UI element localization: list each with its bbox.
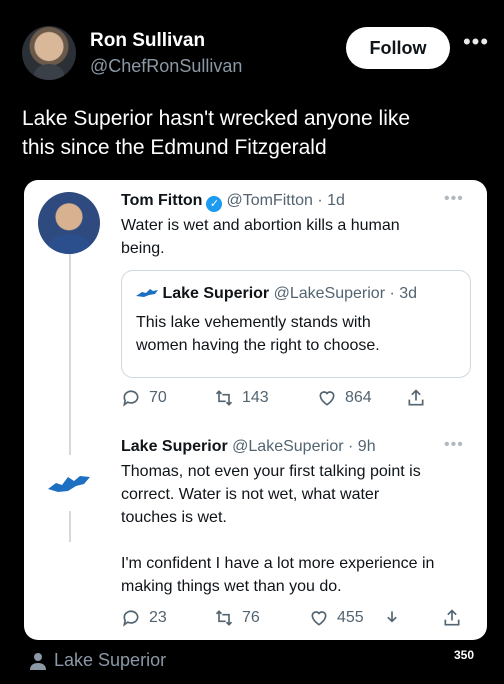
post-text-line: correct. Water is not wet, what water [121,486,380,503]
post-author-handle[interactable]: @LakeSuperior [232,438,343,455]
follow-button[interactable]: Follow [346,27,450,69]
post-meta: Tom Fitton ✓ @TomFitton · 1d [121,192,345,212]
post-author-name[interactable]: Lake Superior [121,438,228,455]
retweet-button[interactable]: 76 [214,608,260,628]
quote-author-handle[interactable]: @LakeSuperior [274,285,385,302]
share-icon [408,389,424,406]
reply-count: 70 [149,389,167,406]
retweet-icon [215,390,233,406]
post-text: Water is wet and abortion kills a human … [121,214,400,260]
reply-button[interactable]: 70 [121,388,167,408]
author-name[interactable]: Ron Sullivan [90,30,205,52]
more-options-icon[interactable]: ••• [458,31,494,62]
retweet-count: 143 [242,389,269,406]
quote-author-name[interactable]: Lake Superior [162,285,269,302]
tweet-text-line: this since the Edmund Fitzgerald [22,136,327,159]
post-text-line: touches is wet. [121,509,227,526]
more-options-icon[interactable]: ••• [444,436,464,454]
reply-button[interactable]: 23 [121,608,167,628]
like-count: 864 [345,389,372,406]
view-count: 350 [454,648,475,662]
avatar[interactable] [38,192,100,254]
quote-timestamp[interactable]: 3d [399,285,417,302]
share-icon [444,609,460,626]
person-icon [30,652,46,670]
download-arrow-icon [387,611,397,623]
tweet-text-line: Lake Superior hasn't wrecked anyone like [22,107,411,130]
like-button[interactable]: 864 [317,388,372,408]
post-text-line: making things wet than you do. [121,578,342,595]
post-text-line: I'm confident I have a lot more experien… [121,555,435,572]
share-button[interactable] [406,388,426,408]
quoted-post[interactable]: Lake Superior @LakeSuperior · 3d This la… [121,270,471,378]
tweet-header: Ron Sullivan @ChefRonSullivan Follow ••• [0,0,504,90]
heart-icon [319,391,335,406]
post-text-line: Thomas, not even your first talking poin… [121,463,421,480]
reply-icon [123,390,139,407]
post-text-line: being. [121,240,165,257]
like-count: 455 [337,609,364,626]
post-timestamp[interactable]: 9h [358,438,376,455]
heart-icon [311,611,327,626]
retweet-count: 76 [242,609,260,626]
lake-superior-logo-icon [48,476,90,492]
verified-badge-icon: ✓ [206,196,223,212]
retweet-icon [215,610,233,626]
reply-icon [123,610,139,627]
post-text-line: Water is wet and abortion kills a human [121,217,400,234]
more-options-icon[interactable]: ••• [444,190,464,208]
quote-text-line: This lake vehemently stands with [136,314,371,331]
quote-meta: Lake Superior @LakeSuperior · 3d [136,283,417,305]
avatar[interactable] [42,455,98,511]
post-timestamp[interactable]: 1d [327,192,345,209]
lake-superior-logo-icon [136,289,158,297]
post-author-name[interactable]: Tom Fitton [121,192,202,209]
post-text: Thomas, not even your first talking poin… [121,460,434,598]
retweet-button[interactable]: 143 [214,388,269,408]
like-button[interactable]: 455 [309,608,364,628]
screenshot-card[interactable]: Tom Fitton ✓ @TomFitton · 1d ••• Water is … [24,180,487,640]
post-meta: Lake Superior @LakeSuperior · 9h [121,438,376,455]
quote-text: This lake vehemently stands with women h… [136,311,380,357]
share-button[interactable] [442,608,462,628]
reply-count: 23 [149,609,167,626]
quote-text-line: women having the right to choose. [136,337,380,354]
post-author-handle[interactable]: @TomFitton [226,192,312,209]
community-note-label[interactable]: Lake Superior [30,650,166,671]
tweet-text: Lake Superior hasn't wrecked anyone like… [22,104,492,162]
footer-label-text: Lake Superior [54,650,167,670]
avatar[interactable] [22,26,76,80]
bookmark-button[interactable] [382,608,402,628]
author-handle[interactable]: @ChefRonSullivan [90,56,242,77]
